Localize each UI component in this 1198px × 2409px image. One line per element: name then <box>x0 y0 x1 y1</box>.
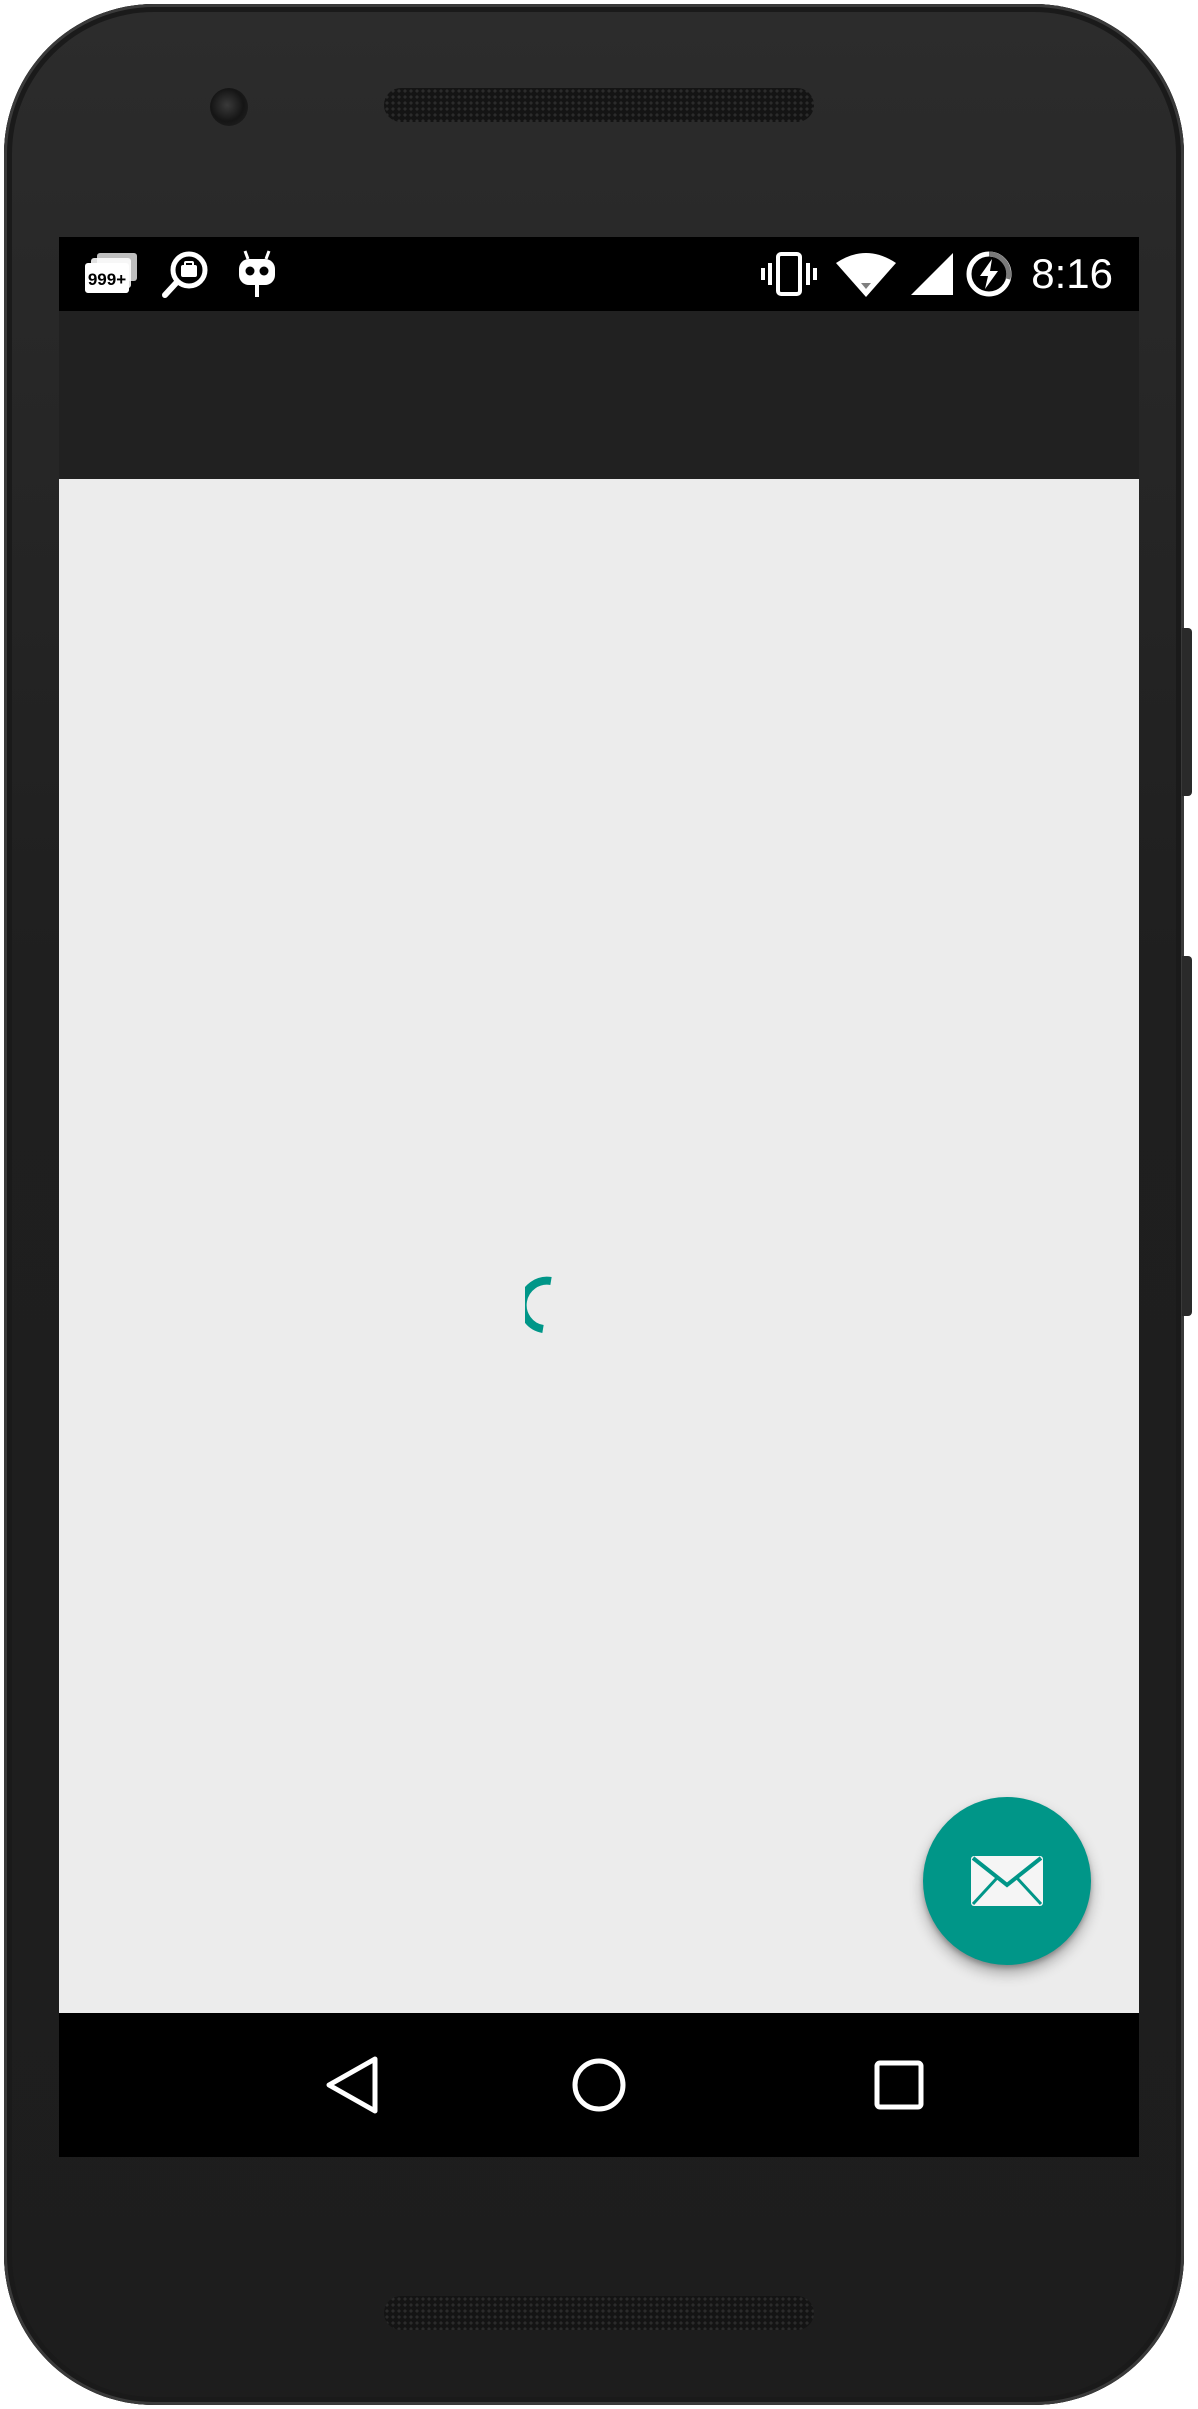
loading-spinner <box>518 1267 595 1337</box>
front-camera <box>210 88 248 126</box>
home-icon <box>572 2058 626 2112</box>
content-area <box>59 479 1139 2013</box>
back-icon <box>326 2056 378 2114</box>
volume-button <box>1182 956 1192 1316</box>
top-speaker <box>384 88 814 122</box>
search-work-icon <box>161 251 209 304</box>
home-button[interactable] <box>551 2037 647 2133</box>
mail-icon <box>971 1856 1043 1906</box>
bottom-speaker <box>384 2296 814 2330</box>
wifi-icon <box>835 253 897 302</box>
back-button[interactable] <box>305 2037 401 2133</box>
phone-frame: 999+ 8:16 <box>4 4 1192 2405</box>
compose-mail-button[interactable] <box>923 1797 1091 1965</box>
screen: 999+ 8:16 <box>59 237 1139 2157</box>
recents-icon <box>874 2060 924 2110</box>
cell-signal-icon <box>909 251 955 302</box>
power-button <box>1182 628 1192 796</box>
recents-button[interactable] <box>851 2037 947 2133</box>
status-bar: 999+ 8:16 <box>59 237 1139 311</box>
notification-count-label: 999+ <box>88 270 126 289</box>
navigation-bar <box>59 2013 1139 2157</box>
notifications-stack-icon: 999+ <box>85 251 141 302</box>
app-toolbar <box>59 311 1139 479</box>
status-clock: 8:16 <box>1031 250 1113 297</box>
battery-charging-icon <box>964 249 1014 304</box>
robot-icon <box>235 249 279 304</box>
vibrate-icon <box>761 251 817 302</box>
